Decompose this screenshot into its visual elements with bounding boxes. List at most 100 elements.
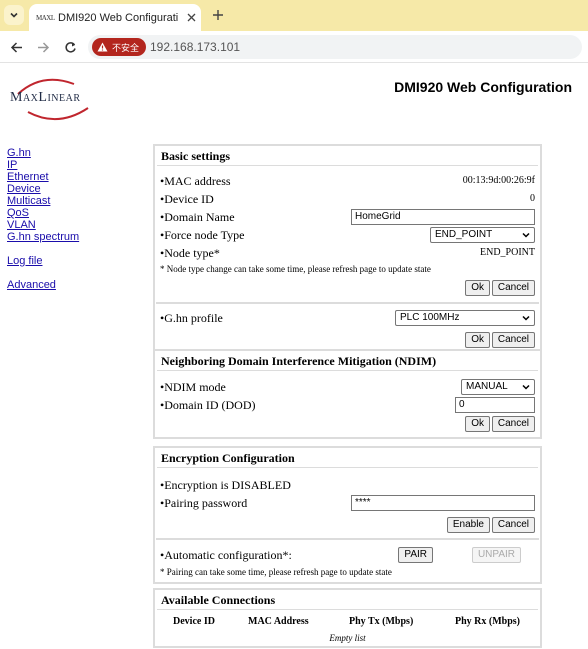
tab-title: DMI920 Web Configuration - — [58, 11, 178, 24]
nav-link-ghn[interactable]: G.hn — [7, 147, 79, 159]
device-id-row: •Device ID 0 — [156, 190, 539, 208]
chevron-down-icon — [10, 12, 18, 18]
nav-link-qos[interactable]: QoS — [7, 207, 79, 219]
arrow-left-icon — [10, 41, 22, 53]
auto-config-label: •Automatic configuration*: — [160, 548, 292, 562]
cancel-button[interactable]: Cancel — [491, 280, 535, 296]
profile-ok-button[interactable]: Ok — [465, 332, 490, 348]
nav-link-device[interactable]: Device — [7, 183, 79, 195]
url-text: 192.168.173.101 — [150, 40, 241, 54]
ndim-ok-button[interactable]: Ok — [465, 416, 490, 432]
device-id-value: 0 — [530, 193, 535, 204]
ndim-title: Neighboring Domain Interference Mitigati… — [157, 351, 538, 371]
maxlinear-logo: MaxLinear — [8, 76, 108, 124]
force-node-type-select[interactable]: END_POINT — [430, 227, 535, 243]
connections-table: Device ID MAC Address Phy Tx (Mbps) Phy … — [156, 610, 539, 646]
encryption-title: Encryption Configuration — [157, 448, 538, 468]
force-node-type-label: •Force node Type — [160, 228, 245, 242]
tab-favicon: MAXL — [36, 13, 55, 22]
basic-settings-panel: Basic settings •MAC address 00:13:9d:00:… — [153, 144, 542, 355]
auto-config-section: •Automatic configuration*: PAIR UNPAIR *… — [156, 540, 539, 582]
chevron-down-icon — [522, 232, 530, 238]
reload-icon — [64, 41, 76, 53]
node-type-value: END_POINT — [480, 247, 535, 258]
address-bar[interactable]: 不安全 192.168.173.101 — [88, 35, 582, 59]
chevron-down-icon — [522, 384, 530, 390]
column-header-phy-tx: Phy Tx (Mbps) — [349, 616, 414, 627]
encryption-status-row: •Encryption is DISABLED — [156, 476, 539, 494]
back-button[interactable] — [6, 37, 26, 57]
forward-button[interactable] — [33, 37, 53, 57]
pairing-password-input[interactable]: **** — [351, 495, 535, 511]
profile-cancel-button[interactable]: Cancel — [491, 332, 535, 348]
ndim-mode-row: •NDIM mode MANUAL — [156, 378, 539, 396]
force-node-type-value: END_POINT — [435, 229, 493, 240]
tab-close-button[interactable] — [184, 11, 198, 25]
ndim-mode-value: MANUAL — [466, 381, 508, 392]
left-navigation: G.hn IP Ethernet Device Multicast QoS VL… — [7, 147, 79, 291]
tab-search-button[interactable] — [4, 5, 24, 25]
basic-settings-title: Basic settings — [157, 146, 538, 166]
connections-header-row: Device ID MAC Address Phy Tx (Mbps) Phy … — [156, 610, 539, 632]
new-tab-button[interactable] — [208, 5, 228, 25]
domain-name-input[interactable]: HomeGrid — [351, 209, 535, 225]
ndim-panel: Neighboring Domain Interference Mitigati… — [153, 349, 542, 439]
page-title: DMI920 Web Configuration — [394, 79, 572, 95]
warning-icon — [97, 42, 108, 52]
unpair-button[interactable]: UNPAIR — [471, 547, 521, 563]
device-id-label: •Device ID — [160, 192, 214, 206]
nav-link-ghn-spectrum[interactable]: G.hn spectrum — [7, 231, 79, 243]
connections-title: Available Connections — [157, 590, 538, 610]
empty-list-text: Empty list — [329, 633, 366, 643]
pairing-note: * Pairing can take some time, please ref… — [160, 567, 392, 577]
nav-link-ethernet[interactable]: Ethernet — [7, 171, 79, 183]
ok-button[interactable]: Ok — [465, 280, 490, 296]
encryption-panel: Encryption Configuration •Encryption is … — [153, 446, 542, 584]
not-secure-chip[interactable]: 不安全 — [92, 38, 147, 56]
force-node-type-row: •Force node Type END_POINT — [156, 226, 539, 244]
domain-name-label: •Domain Name — [160, 210, 235, 224]
domain-name-row: •Domain Name HomeGrid — [156, 208, 539, 226]
dod-input[interactable]: 0 — [455, 397, 535, 413]
pairing-password-row: •Pairing password **** — [156, 494, 539, 512]
node-type-note: * Node type change can take some time, p… — [160, 264, 431, 274]
nav-link-vlan[interactable]: VLAN — [7, 219, 79, 231]
ndim-mode-label: •NDIM mode — [160, 380, 226, 394]
profile-row: •G.hn profile PLC 100MHz — [156, 309, 539, 327]
mac-value: 00:13:9d:00:26:9f — [462, 175, 535, 186]
close-icon — [187, 13, 195, 22]
encryption-status: •Encryption is DISABLED — [160, 478, 291, 492]
basic-settings-section: •MAC address 00:13:9d:00:26:9f •Device I… — [156, 166, 539, 304]
dod-row: •Domain ID (DOD) 0 — [156, 396, 539, 414]
enable-button[interactable]: Enable — [446, 517, 490, 533]
node-type-row: •Node type* END_POINT — [156, 244, 539, 262]
ndim-section: •NDIM mode MANUAL •Domain ID (DOD) 0 Ok … — [156, 371, 539, 437]
browser-toolbar: 不安全 192.168.173.101 — [0, 31, 588, 63]
active-tab[interactable]: MAXL DMI920 Web Configuration - — [29, 4, 201, 31]
profile-section: •G.hn profile PLC 100MHz Ok Cancel — [156, 304, 539, 353]
ndim-mode-select[interactable]: MANUAL — [461, 379, 535, 395]
plus-icon — [213, 10, 223, 20]
nav-link-advanced[interactable]: Advanced — [7, 279, 79, 291]
ndim-cancel-button[interactable]: Cancel — [491, 416, 535, 432]
profile-value: PLC 100MHz — [400, 312, 460, 323]
nav-link-log-file[interactable]: Log file — [7, 255, 79, 267]
nav-link-ip[interactable]: IP — [7, 159, 79, 171]
profile-buttons: Ok Cancel — [156, 331, 539, 351]
chevron-down-icon — [522, 315, 530, 321]
pair-button[interactable]: PAIR — [398, 547, 433, 563]
node-type-label: •Node type* — [160, 246, 220, 260]
profile-select[interactable]: PLC 100MHz — [395, 310, 535, 326]
encryption-buttons: Enable Cancel — [156, 516, 539, 536]
profile-label: •G.hn profile — [160, 311, 223, 325]
arrow-right-icon — [37, 41, 49, 53]
mac-label: •MAC address — [160, 174, 231, 188]
column-header-mac-address: MAC Address — [248, 616, 309, 627]
reload-button[interactable] — [60, 37, 80, 57]
logo-text: MaxLinear — [10, 90, 81, 105]
ndim-buttons: Ok Cancel — [156, 415, 539, 435]
encryption-cancel-button[interactable]: Cancel — [491, 517, 535, 533]
nav-link-multicast[interactable]: Multicast — [7, 195, 79, 207]
column-header-phy-rx: Phy Rx (Mbps) — [455, 616, 521, 627]
column-header-device-id: Device ID — [173, 616, 215, 627]
